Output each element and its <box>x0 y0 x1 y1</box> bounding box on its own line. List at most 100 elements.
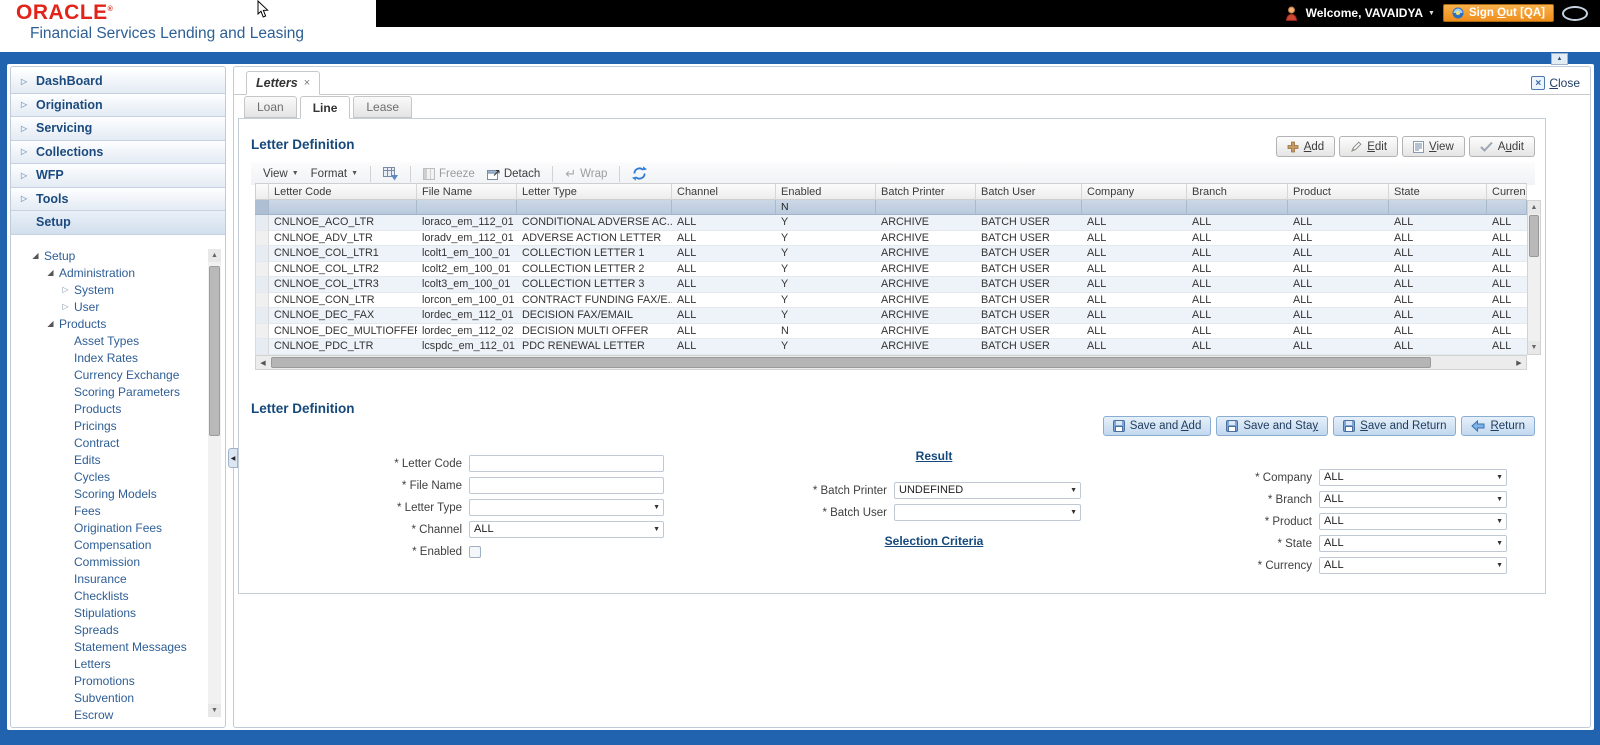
sidebar-item-origination[interactable]: ▷Origination <box>11 94 225 118</box>
tree-item-edits[interactable]: Edits <box>15 451 203 468</box>
letter-type-select[interactable]: ▼ <box>469 499 664 516</box>
scroll-down-icon[interactable]: ▼ <box>1528 341 1540 354</box>
tree-item-cycles[interactable]: Cycles <box>15 468 203 485</box>
table-row[interactable]: CNLNOE_ACO_LTRloraco_em_112_01CONDITIONA… <box>255 215 1527 231</box>
scroll-down-icon[interactable]: ▼ <box>208 704 221 717</box>
row-selector[interactable] <box>255 324 269 340</box>
query-by-example-icon[interactable] <box>383 167 398 181</box>
tree-item-insurance[interactable]: Insurance <box>15 570 203 587</box>
batch-printer-select[interactable]: UNDEFINED▼ <box>894 482 1081 499</box>
filter-cell[interactable] <box>976 200 1082 215</box>
tree-item-administration[interactable]: ◢Administration <box>15 264 203 281</box>
welcome-user-menu[interactable]: Welcome, VAVAIDYA ▼ <box>1306 6 1435 20</box>
view-button[interactable]: View <box>1402 136 1465 157</box>
tree-item-contract[interactable]: Contract <box>15 434 203 451</box>
save-and-stay-button[interactable]: Save and Stay <box>1216 416 1328 436</box>
column-header-enabled[interactable]: Enabled <box>776 183 876 200</box>
sidebar-item-setup[interactable]: Setup <box>11 211 225 235</box>
close-button[interactable]: × Close <box>1531 76 1580 90</box>
batch-user-select[interactable]: ▼ <box>894 504 1081 521</box>
column-header-batch-user[interactable]: Batch User <box>976 183 1082 200</box>
tree-item-subvention[interactable]: Subvention <box>15 689 203 706</box>
tree-expanded-icon[interactable]: ◢ <box>45 319 56 328</box>
save-and-add-button[interactable]: Save and Add <box>1103 416 1212 436</box>
enabled-checkbox[interactable] <box>469 546 481 558</box>
scrollbar-thumb[interactable] <box>1529 215 1539 257</box>
row-selector[interactable] <box>255 262 269 278</box>
row-selector[interactable] <box>255 339 269 355</box>
row-selector[interactable] <box>255 293 269 309</box>
table-vertical-scrollbar[interactable]: ▲ ▼ <box>1527 200 1541 355</box>
company-select[interactable]: ALL▼ <box>1319 469 1507 486</box>
sign-out-button[interactable]: Sign Out [QA] <box>1443 4 1554 22</box>
scroll-up-icon[interactable]: ▲ <box>1528 201 1540 214</box>
state-select[interactable]: ALL▼ <box>1319 535 1507 552</box>
detach-button[interactable]: Detach <box>487 167 540 180</box>
table-row[interactable]: CNLNOE_DEC_MULTIOFFER...lordec_em_112_02… <box>255 324 1527 340</box>
filter-cell[interactable] <box>1389 200 1487 215</box>
column-header-letter-type[interactable]: Letter Type <box>517 183 672 200</box>
return-button[interactable]: Return <box>1461 416 1535 436</box>
tree-item-spreads[interactable]: Spreads <box>15 621 203 638</box>
row-selector[interactable] <box>255 246 269 262</box>
tree-item-products[interactable]: ◢Products <box>15 315 203 332</box>
column-header-company[interactable]: Company <box>1082 183 1187 200</box>
sidebar-item-dashboard[interactable]: ▷DashBoard <box>11 70 225 94</box>
tree-item-compensation[interactable]: Compensation <box>15 536 203 553</box>
column-header-file-name[interactable]: File Name <box>417 183 517 200</box>
scroll-right-icon[interactable]: ▶ <box>1512 356 1526 369</box>
product-select[interactable]: ALL▼ <box>1319 513 1507 530</box>
channel-select[interactable]: ALL▼ <box>469 521 664 538</box>
tree-item-letters[interactable]: Letters <box>15 655 203 672</box>
tree-item-commission[interactable]: Commission <box>15 553 203 570</box>
scrollbar-thumb[interactable] <box>271 357 1431 368</box>
tab-line[interactable]: Line <box>300 96 351 119</box>
branch-select[interactable]: ALL▼ <box>1319 491 1507 508</box>
format-menu-button[interactable]: Format▼ <box>311 168 358 180</box>
filter-cell[interactable] <box>417 200 517 215</box>
sidebar-item-tools[interactable]: ▷Tools <box>11 188 225 212</box>
row-selector[interactable] <box>255 215 269 231</box>
tree-item-checklists[interactable]: Checklists <box>15 587 203 604</box>
column-header-channel[interactable]: Channel <box>672 183 776 200</box>
view-menu-button[interactable]: View▼ <box>263 168 299 180</box>
tree-item-system[interactable]: ▷System <box>15 281 203 298</box>
file-name-input[interactable] <box>469 477 664 494</box>
table-row[interactable]: CNLNOE_CON_LTRlorcon_em_100_01CONTRACT F… <box>255 293 1527 309</box>
tree-scrollbar[interactable]: ▲ ▼ <box>208 249 221 717</box>
page-scroll-up-button[interactable]: ▲ <box>1551 53 1568 65</box>
sidebar-item-collections[interactable]: ▷Collections <box>11 141 225 165</box>
refresh-icon[interactable] <box>632 166 647 181</box>
column-header-product[interactable]: Product <box>1288 183 1389 200</box>
tree-item-currency-exchange[interactable]: Currency Exchange <box>15 366 203 383</box>
column-header-state[interactable]: State <box>1389 183 1487 200</box>
tree-item-pricings[interactable]: Pricings <box>15 417 203 434</box>
tab-close-icon[interactable]: × <box>304 77 310 89</box>
tree-item-products[interactable]: Products <box>15 400 203 417</box>
audit-button[interactable]: Audit <box>1469 136 1535 157</box>
add-button[interactable]: Add <box>1276 136 1335 157</box>
sidebar-collapse-handle[interactable]: ◀ <box>228 448 238 468</box>
filter-cell[interactable] <box>1187 200 1288 215</box>
table-horizontal-scrollbar[interactable]: ◀ ▶ <box>255 355 1527 370</box>
table-row[interactable]: CNLNOE_PDC_LTRlcspdc_em_112_01PDC RENEWA… <box>255 339 1527 355</box>
filter-cell[interactable] <box>269 200 417 215</box>
table-row[interactable]: CNLNOE_COL_LTR3lcolt3_em_100_01COLLECTIO… <box>255 277 1527 293</box>
tree-item-user[interactable]: ▷User <box>15 298 203 315</box>
letter-code-input[interactable] <box>469 455 664 472</box>
document-tab-letters[interactable]: Letters × <box>246 71 320 95</box>
tree-item-setup[interactable]: ◢Setup <box>15 247 203 264</box>
table-row[interactable]: CNLNOE_DEC_FAXlordec_em_112_01DECISION F… <box>255 308 1527 324</box>
column-header-batch-printer[interactable]: Batch Printer <box>876 183 976 200</box>
filter-cell[interactable] <box>517 200 672 215</box>
scroll-left-icon[interactable]: ◀ <box>256 356 270 369</box>
filter-cell[interactable] <box>1487 200 1527 215</box>
sidebar-item-servicing[interactable]: ▷Servicing <box>11 117 225 141</box>
tree-item-scoring-models[interactable]: Scoring Models <box>15 485 203 502</box>
tree-item-fees[interactable]: Fees <box>15 502 203 519</box>
tree-item-promotions[interactable]: Promotions <box>15 672 203 689</box>
filter-cell[interactable] <box>876 200 976 215</box>
tree-item-statement-messages[interactable]: Statement Messages <box>15 638 203 655</box>
row-selector[interactable] <box>255 231 269 247</box>
scrollbar-thumb[interactable] <box>209 266 220 436</box>
